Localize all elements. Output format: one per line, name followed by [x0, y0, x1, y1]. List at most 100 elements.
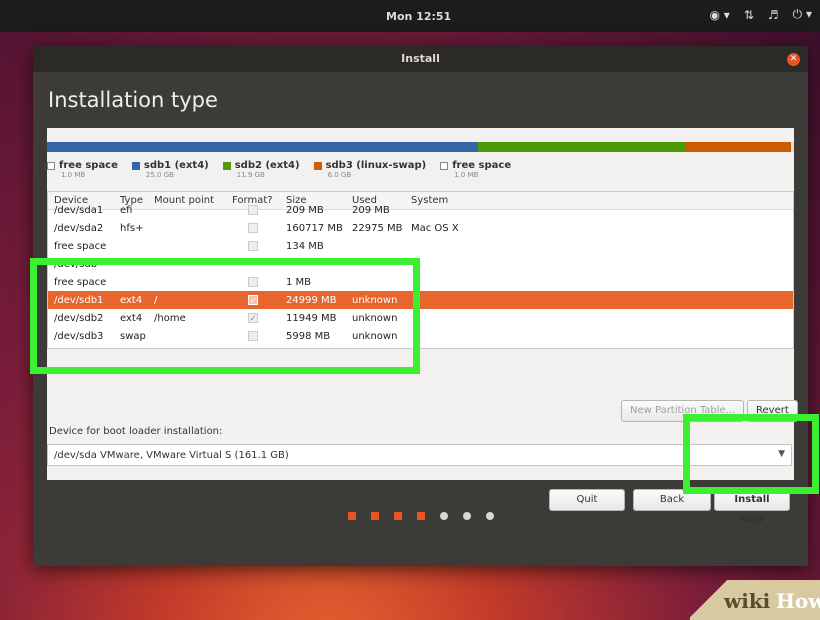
format-checkbox[interactable]: [248, 223, 258, 233]
cell-device: free space: [54, 277, 107, 288]
cell-system: Mac OS X: [411, 223, 459, 234]
cell-device: /dev/sda1: [54, 205, 104, 216]
accessibility-icon[interactable]: ◉ ▾: [710, 8, 730, 22]
cell-type: efi: [120, 205, 133, 216]
network-icon[interactable]: ⇅: [744, 8, 754, 22]
table-row[interactable]: /dev/sdb1 ext4 / 24999 MB unknown ✓: [48, 291, 793, 309]
legend-label: sdb3 (linux-swap): [325, 160, 427, 171]
format-checkbox[interactable]: [248, 331, 258, 341]
legend-item: free space 1.0 MB: [47, 160, 118, 179]
legend-swatch: [222, 161, 231, 170]
cell-device: /dev/sdb2: [54, 313, 104, 324]
legend-item: sdb1 (ext4) 25.0 GB: [131, 160, 209, 179]
partition-segment: [478, 142, 687, 152]
top-panel: Mon 12:51 ◉ ▾ ⇅ ♬ ⏻ ▾: [0, 0, 820, 32]
legend-size: 1.0 MB: [61, 171, 86, 179]
legend-size: 1.0 MB: [454, 171, 479, 179]
cell-mount: /: [154, 295, 158, 306]
partition-segment: [47, 142, 479, 152]
legend-item: sdb2 (ext4) 11.9 GB: [222, 160, 300, 179]
cell-size: 11949 MB: [286, 313, 337, 324]
legend-item: free space 1.0 MB: [440, 160, 511, 179]
chevron-down-icon: ▼: [778, 449, 785, 459]
cell-device: /dev/sdb1: [54, 295, 104, 306]
legend-size: 25.0 GB: [145, 171, 174, 179]
watermark-text: How: [776, 589, 820, 613]
close-icon[interactable]: ✕: [787, 53, 800, 66]
volume-icon[interactable]: ♬: [768, 8, 779, 22]
cell-used: 209 MB: [352, 205, 390, 216]
progress-dots: [33, 512, 808, 520]
legend-swatch: [440, 161, 449, 170]
cell-type: ext4: [120, 295, 143, 306]
back-button[interactable]: Back: [633, 489, 711, 511]
cell-device: /dev/sdb3: [54, 331, 104, 342]
format-checkbox[interactable]: [248, 241, 258, 251]
progress-step-done: [416, 512, 425, 520]
partition-segment: [686, 142, 791, 152]
cell-size: 134 MB: [286, 241, 324, 252]
progress-step-done: [347, 512, 356, 520]
legend-item: sdb3 (linux-swap) 6.0 GB: [313, 160, 427, 179]
cell-device: free space: [54, 241, 107, 252]
legend-label: sdb1 (ext4): [143, 160, 209, 171]
table-row[interactable]: free space 1 MB: [48, 273, 793, 291]
cell-mount: /home: [154, 313, 186, 324]
quit-button[interactable]: Quit: [549, 489, 625, 511]
cell-type: swap: [120, 331, 146, 342]
watermark-text: wiki: [724, 589, 771, 613]
table-row[interactable]: /dev/sdb3 swap 5998 MB unknown: [48, 327, 793, 345]
partition-legend: free space 1.0 MB sdb1 (ext4) 25.0 GB sd…: [47, 160, 511, 179]
table-row[interactable]: /dev/sdb: [48, 255, 793, 273]
boot-loader-select[interactable]: /dev/sda VMware, VMware Virtual S (161.1…: [47, 444, 792, 466]
watermark: wiki How: [690, 580, 820, 620]
boot-device: /dev/sda: [54, 450, 97, 461]
table-body: /dev/sda1 efi 209 MB 209 MB/dev/sda2 hfs+ 160…: [48, 201, 793, 345]
partition-bar: [47, 142, 794, 152]
cell-used: 22975 MB: [352, 223, 403, 234]
legend-swatch: [131, 161, 140, 170]
progress-step-done: [370, 512, 379, 520]
format-checkbox[interactable]: [248, 205, 258, 215]
new-partition-table-button[interactable]: New Partition Table...: [621, 400, 745, 422]
partition-segment: [791, 142, 794, 152]
format-checkbox[interactable]: ✓: [248, 295, 258, 305]
table-row[interactable]: /dev/sda1 efi 209 MB 209 MB: [48, 201, 793, 219]
legend-label: sdb2 (ext4): [234, 160, 300, 171]
progress-step-pending: [462, 512, 471, 520]
cell-type: hfs+: [120, 223, 144, 234]
cell-used: unknown: [352, 331, 398, 342]
partition-table: Device Type Mount point Format? Size Use…: [47, 191, 794, 349]
cell-size: 1 MB: [286, 277, 312, 288]
cell-type: ext4: [120, 313, 143, 324]
legend-size: 6.0 GB: [327, 171, 352, 179]
format-checkbox[interactable]: ✓: [248, 313, 258, 323]
page-title: Installation type: [48, 88, 218, 112]
table-row[interactable]: /dev/sda2 hfs+ 160717 MB 22975 MB Mac OS X: [48, 219, 793, 237]
clock[interactable]: Mon 12:51: [386, 10, 451, 23]
cell-used: unknown: [352, 313, 398, 324]
revert-button[interactable]: Revert: [747, 400, 798, 422]
content-panel: free space 1.0 MB sdb1 (ext4) 25.0 GB sd…: [47, 128, 798, 525]
titlebar: Install ✕: [33, 46, 808, 72]
progress-step-pending: [485, 512, 494, 520]
table-row[interactable]: free space 134 MB: [48, 237, 793, 255]
legend-swatch: [47, 161, 55, 170]
cell-size: 24999 MB: [286, 295, 337, 306]
cell-size: 160717 MB: [286, 223, 343, 234]
window-title: Install: [401, 52, 440, 65]
format-checkbox[interactable]: [248, 277, 258, 287]
power-icon[interactable]: ⏻ ▾: [793, 7, 812, 22]
table-row[interactable]: /dev/sdb2 ext4/home 11949 MB unknown ✓: [48, 309, 793, 327]
install-now-button[interactable]: Install Now: [714, 489, 790, 525]
cell-used: unknown: [352, 295, 398, 306]
cell-size: 209 MB: [286, 205, 324, 216]
legend-size: 11.9 GB: [236, 171, 265, 179]
boot-device-description: VMware, VMware Virtual S (161.1 GB): [100, 450, 289, 461]
legend-label: free space: [452, 160, 512, 171]
cell-device: /dev/sda2: [54, 223, 104, 234]
installer-window: Install ✕ Installation type free space 1…: [33, 46, 808, 566]
legend-label: free space: [59, 160, 118, 171]
legend-swatch: [313, 161, 322, 170]
boot-loader-label: Device for boot loader installation:: [49, 426, 223, 437]
